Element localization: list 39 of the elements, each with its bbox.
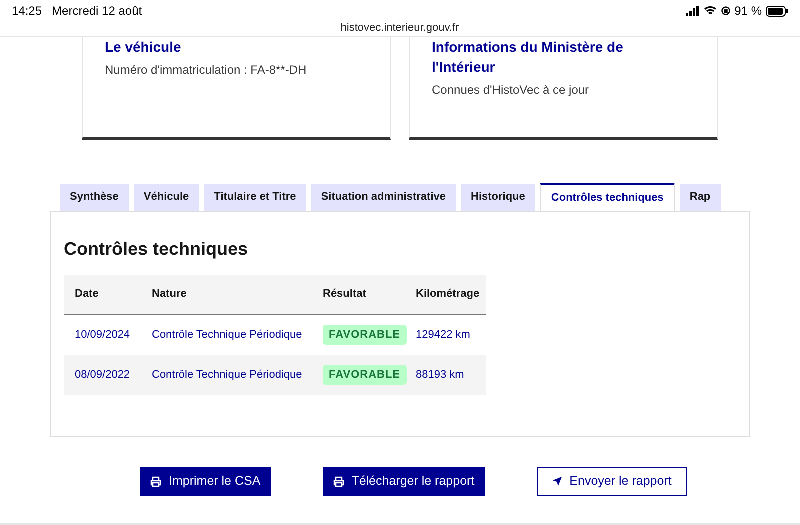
status-date: Mercredi 12 août xyxy=(52,3,142,20)
status-time: 14:25 xyxy=(12,3,42,20)
table-cell-text: 129422 km xyxy=(415,328,472,343)
card-text: Connues d'HistoVec à ce jour xyxy=(432,82,590,99)
action-button[interactable]: Envoyer le rapport xyxy=(536,467,687,496)
action-button[interactable]: Imprimer le CSA xyxy=(140,467,271,496)
card-title: l'Intérieur xyxy=(432,58,496,77)
battery-icon xyxy=(766,6,788,16)
rotation-lock-icon xyxy=(720,6,731,16)
tab[interactable]: Véhicule xyxy=(134,184,200,211)
wifi-icon xyxy=(704,6,717,16)
card-title: Le véhicule xyxy=(105,38,182,57)
column-header: Résultat xyxy=(322,287,368,302)
table-cell-text: 08/09/2022 xyxy=(74,368,132,383)
printer-icon xyxy=(150,476,162,488)
tab[interactable]: Contrôles techniques xyxy=(540,183,675,211)
card-title: Informations du Ministère de xyxy=(432,38,624,57)
action-button[interactable]: Télécharger le rapport xyxy=(322,467,485,496)
tab[interactable]: Titulaire et Titre xyxy=(204,184,306,211)
panel-title: Contrôles techniques xyxy=(64,238,250,261)
tab[interactable]: Rap xyxy=(680,184,721,211)
result-badge: FAVORABLE xyxy=(323,324,407,346)
card-text: Numéro d'immatriculation : FA-8**-DH xyxy=(105,62,308,79)
tab[interactable]: Synthèse xyxy=(60,184,129,211)
tab[interactable]: Situation administrative xyxy=(311,184,456,211)
signal-icon xyxy=(686,6,700,16)
column-header: Date xyxy=(74,287,100,302)
battery-percent: 91 % xyxy=(734,3,762,20)
table-cell-text: 10/09/2024 xyxy=(74,328,132,343)
address-url[interactable]: histovec.interieur.gouv.fr xyxy=(340,22,460,34)
result-badge: FAVORABLE xyxy=(323,364,407,386)
tab[interactable]: Historique xyxy=(461,184,536,211)
table-cell-text: Contrôle Technique Périodique xyxy=(151,328,304,343)
column-header: Kilométrage xyxy=(415,287,481,302)
table-cell-text: Contrôle Technique Périodique xyxy=(151,368,304,383)
table-cell-text: 88193 km xyxy=(415,368,466,383)
send-icon xyxy=(552,476,563,487)
printer-icon xyxy=(332,476,345,488)
column-header: Nature xyxy=(151,287,188,302)
